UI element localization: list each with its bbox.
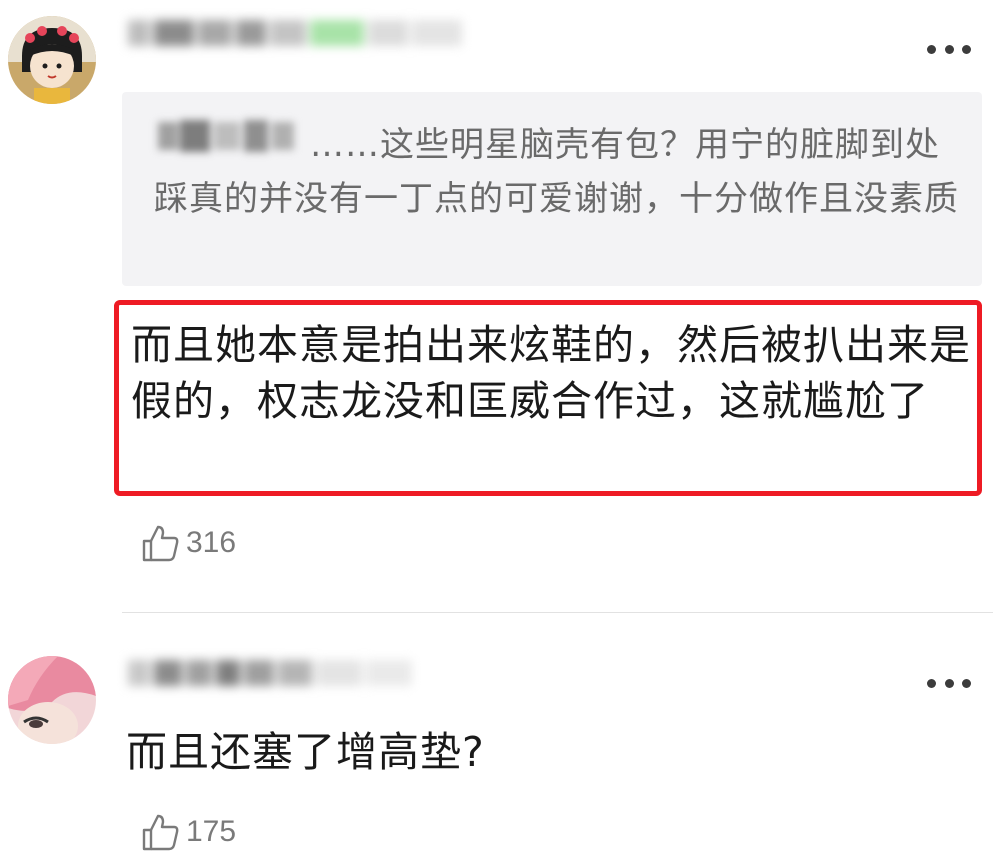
cartoon-girl-avatar-icon bbox=[8, 16, 96, 104]
quoted-comment-text: ……这些明星脑壳有包？用宁的脏脚到处踩真的并没有一丁点的可爱谢谢，十分做作且没素… bbox=[154, 125, 959, 219]
like-button[interactable]: 316 bbox=[140, 521, 236, 565]
comment-text: 而且她本意是拍出来炫鞋的，然后被扒出来是假的，权志龙没和匡威合作过，这就尴尬了 bbox=[131, 321, 971, 425]
like-count: 175 bbox=[186, 815, 237, 848]
avatar[interactable] bbox=[8, 656, 96, 744]
comment-item: ……这些明星脑壳有包？用宁的脏脚到处踩真的并没有一丁点的可爱谢谢，十分做作且没素… bbox=[0, 0, 993, 600]
comment-text: 而且还塞了增高垫? bbox=[126, 728, 485, 776]
thumbs-up-icon bbox=[142, 525, 179, 562]
quoted-comment: ……这些明星脑壳有包？用宁的脏脚到处踩真的并没有一丁点的可爱谢谢，十分做作且没素… bbox=[122, 92, 982, 286]
username-blurred[interactable] bbox=[128, 660, 416, 700]
like-count: 316 bbox=[186, 526, 237, 559]
thumbs-up-icon bbox=[142, 814, 179, 851]
more-dots-icon[interactable] bbox=[927, 42, 971, 56]
comment-item: 而且还塞了增高垫? 175 bbox=[0, 620, 993, 862]
more-dots-icon[interactable] bbox=[927, 676, 971, 690]
like-button[interactable]: 175 bbox=[140, 810, 236, 854]
highlight-box: 而且她本意是拍出来炫鞋的，然后被扒出来是假的，权志龙没和匡威合作过，这就尴尬了 bbox=[114, 300, 982, 496]
username-blurred[interactable] bbox=[128, 20, 466, 60]
pink-hair-avatar-icon bbox=[8, 656, 96, 744]
divider bbox=[122, 612, 993, 613]
avatar[interactable] bbox=[8, 16, 96, 104]
